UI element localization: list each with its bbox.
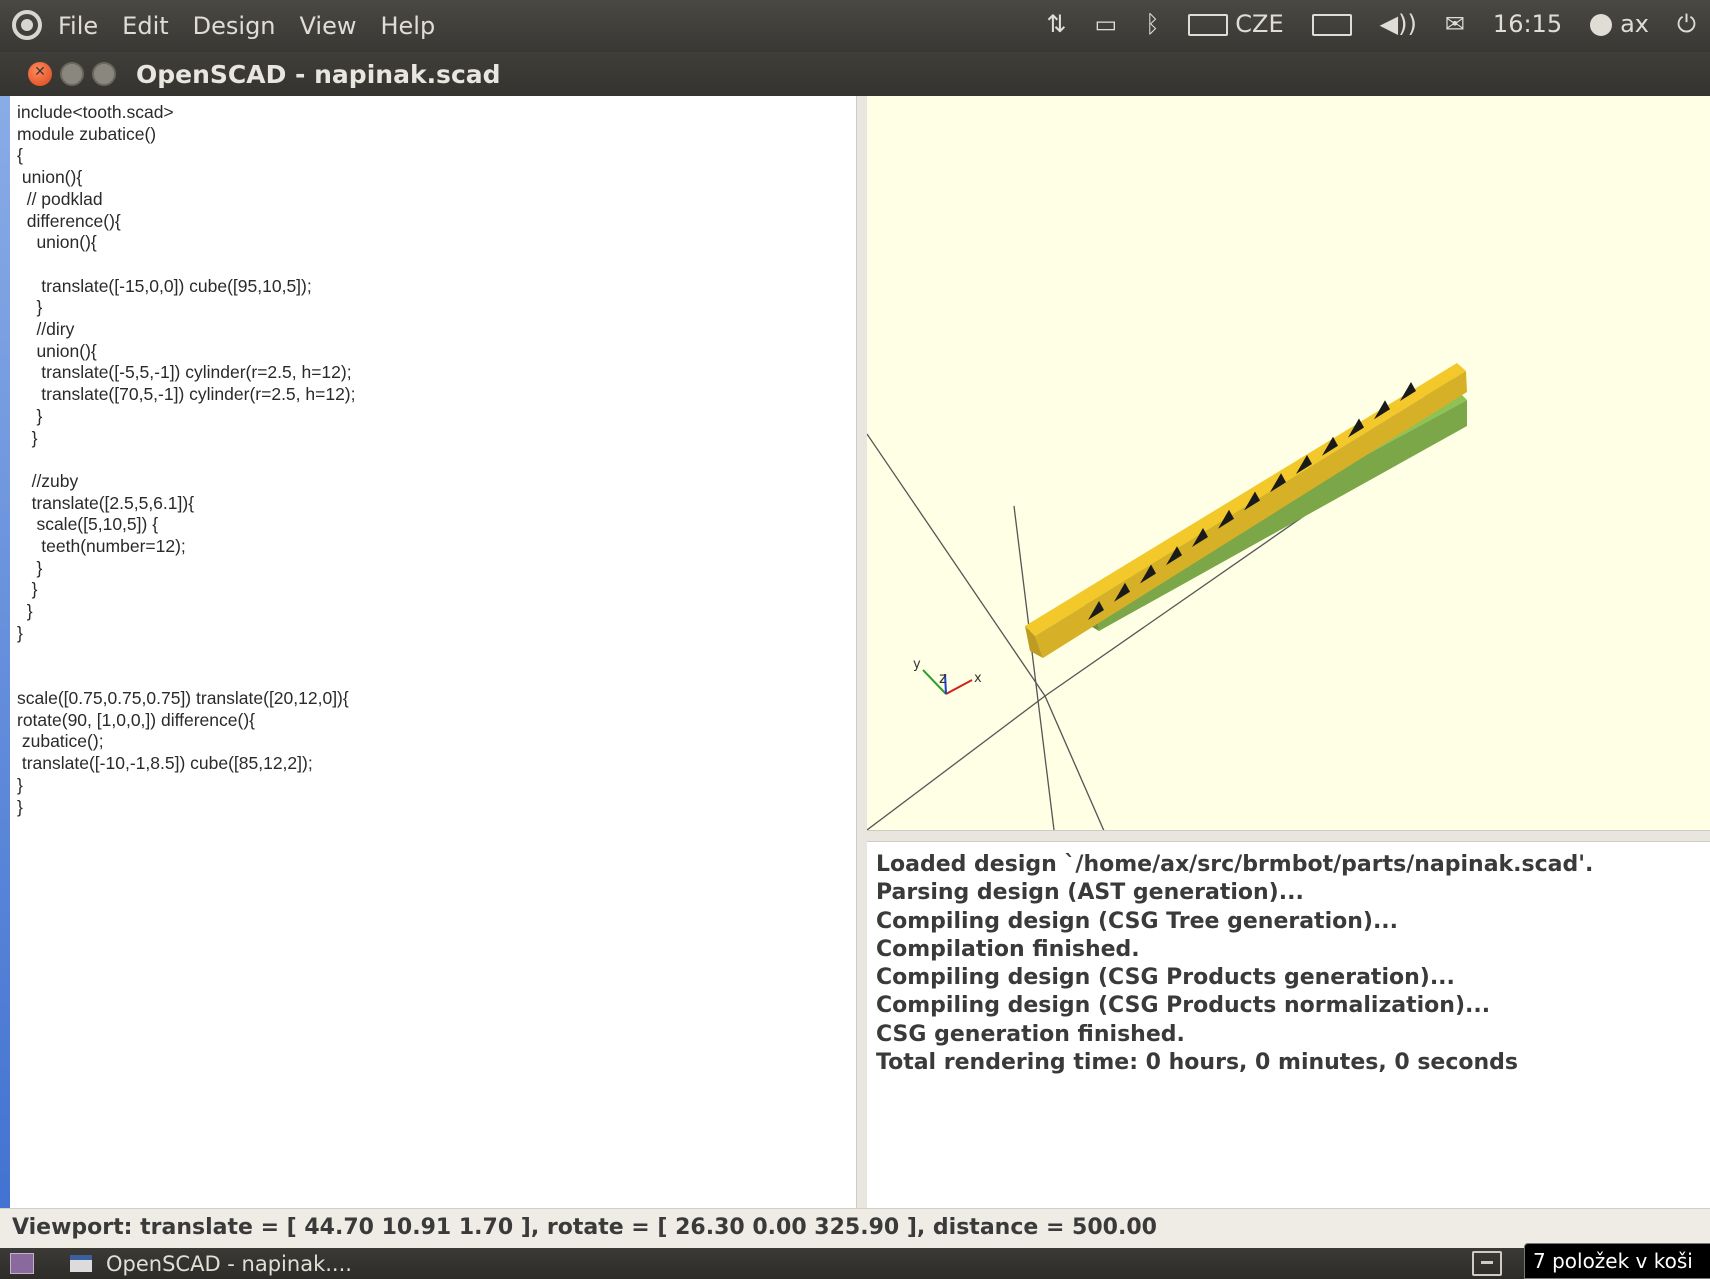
yellow-side-face — [1035, 371, 1467, 658]
envelope-icon[interactable]: ✉ — [1445, 10, 1465, 38]
horizontal-splitter[interactable] — [867, 830, 1710, 842]
minimize-button[interactable] — [60, 62, 84, 86]
keyboard-indicator[interactable]: CZE — [1187, 10, 1284, 38]
svg-text:z: z — [939, 669, 947, 687]
green-side-face — [1095, 400, 1467, 631]
axis-line — [867, 695, 1046, 830]
speaker-icon[interactable]: ◀)) — [1380, 10, 1417, 38]
window-icon — [70, 1255, 92, 1272]
console-line: Parsing design (AST generation)... — [876, 880, 1304, 906]
menu-edit[interactable]: Edit — [122, 12, 168, 40]
user-menu[interactable]: ax — [1590, 10, 1649, 38]
code-editor[interactable]: include<tooth.scad> module zubatice() { … — [10, 96, 857, 1208]
yellow-top-face — [1025, 363, 1466, 636]
console-output[interactable]: Loaded design `/home/ax/src/brmbot/parts… — [867, 842, 1710, 1208]
ubuntu-logo-icon[interactable] — [12, 10, 42, 40]
close-icon: ✕ — [34, 64, 46, 80]
console-line: Compiling design (CSG Products generatio… — [876, 965, 1455, 991]
power-icon[interactable]: ⏻ — [1677, 10, 1696, 38]
keyboard-icon — [1187, 14, 1228, 36]
axis-line — [1013, 505, 1055, 830]
show-desktop-icon[interactable] — [10, 1253, 34, 1274]
keyboard-layout-label: CZE — [1235, 10, 1284, 38]
monitor-icon[interactable]: ▭ — [1095, 10, 1118, 38]
maximize-button[interactable] — [92, 62, 116, 86]
svg-text:x: x — [974, 671, 982, 686]
bottom-taskbar: OpenSCAD - napinak.... — [0, 1248, 1710, 1279]
trash-tooltip: 7 položek v koši — [1524, 1243, 1710, 1279]
3d-viewport[interactable]: y z x — [867, 96, 1710, 830]
editor-text[interactable]: include<tooth.scad> module zubatice() { … — [10, 96, 856, 818]
console-line: CSG generation finished. — [876, 1021, 1185, 1047]
axis-line — [1044, 695, 1105, 830]
status-bar: Viewport: translate = [ 44.70 10.91 1.70… — [0, 1208, 1710, 1248]
console-line: Compilation finished. — [876, 936, 1140, 962]
top-panel: File Edit Design View Help ⇅ ▭ ᛒ CZE ◀))… — [0, 0, 1710, 53]
svg-text:y: y — [913, 657, 921, 672]
close-button[interactable]: ✕ — [28, 62, 52, 86]
menu-help[interactable]: Help — [380, 12, 435, 40]
yellow-rack-part — [1025, 363, 1467, 658]
taskbar-window-label: OpenSCAD - napinak.... — [106, 1251, 352, 1276]
axes-indicator: y z x — [913, 657, 982, 695]
console-line: Total rendering time: 0 hours, 0 minutes… — [876, 1050, 1518, 1076]
console-line: Loaded design `/home/ax/src/brmbot/parts… — [876, 852, 1594, 877]
indicator-area: ⇅ ▭ ᛒ CZE ◀)) ✉ 16:15 ax ⏻ — [1018, 10, 1696, 38]
window-title: OpenSCAD - napinak.scad — [136, 60, 501, 89]
menu-bar: File Edit Design View Help — [58, 12, 459, 40]
console-line: Compiling design (CSG Tree generation)..… — [876, 908, 1399, 934]
axis-line — [867, 433, 1046, 697]
viewport-render: y z x — [867, 363, 1467, 830]
taskbar-window-button[interactable]: OpenSCAD - napinak.... — [56, 1248, 386, 1279]
user-status-icon — [1590, 14, 1613, 36]
battery-icon[interactable] — [1311, 10, 1352, 38]
trash-icon[interactable] — [1472, 1251, 1502, 1276]
menu-file[interactable]: File — [58, 12, 98, 40]
network-arrows-icon[interactable]: ⇅ — [1046, 10, 1066, 38]
viewport-status-text: Viewport: translate = [ 44.70 10.91 1.70… — [12, 1215, 1157, 1240]
bluetooth-icon[interactable]: ᛒ — [1145, 10, 1159, 38]
window-titlebar: ✕ OpenSCAD - napinak.scad — [0, 52, 1710, 96]
clock[interactable]: 16:15 — [1493, 10, 1562, 38]
menu-view[interactable]: View — [300, 12, 357, 40]
console-line: Compiling design (CSG Products normaliza… — [876, 993, 1491, 1019]
menu-design[interactable]: Design — [193, 12, 276, 40]
user-name: ax — [1620, 10, 1650, 38]
